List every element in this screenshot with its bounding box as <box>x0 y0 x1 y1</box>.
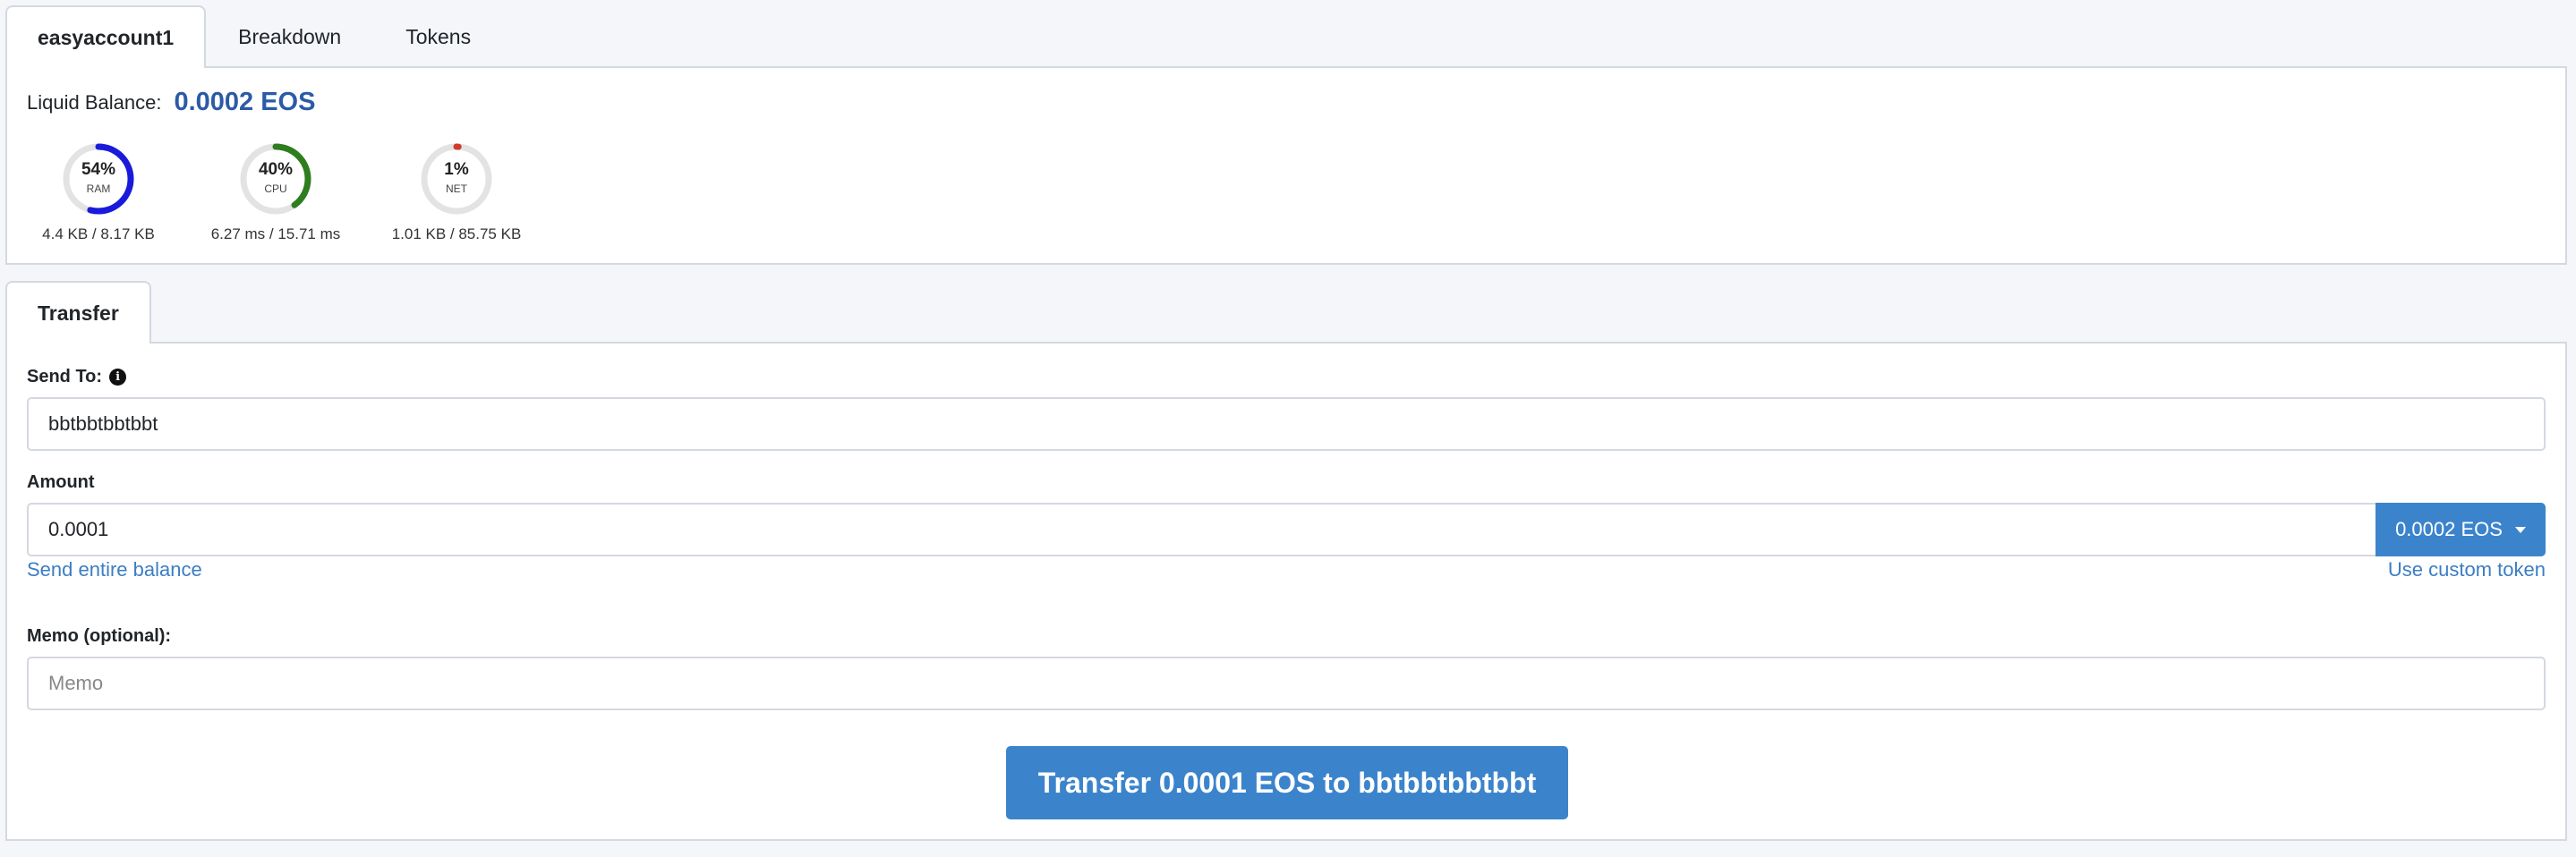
tab-breakdown[interactable]: Breakdown <box>206 5 373 66</box>
cpu-gauge: 40% CPU 6.27 ms / 15.71 ms <box>200 141 351 243</box>
cpu-ring: 40% CPU <box>238 141 313 216</box>
tab-tokens[interactable]: Tokens <box>373 5 503 66</box>
liquid-balance-value: 0.0002 EOS <box>174 88 316 116</box>
net-label: NET <box>446 182 467 195</box>
send-to-input[interactable] <box>27 397 2546 451</box>
cpu-label: CPU <box>264 182 287 195</box>
liquid-balance-label: Liquid Balance: <box>27 90 162 114</box>
transfer-panel: Send To: i Amount 0.0002 EOS Send entire… <box>5 342 2567 841</box>
ram-label: RAM <box>86 182 111 195</box>
ram-gauge: 54% RAM 4.4 KB / 8.17 KB <box>27 141 170 243</box>
token-select-button[interactable]: 0.0002 EOS <box>2376 503 2546 556</box>
account-summary-panel: Liquid Balance: 0.0002 EOS 54% RAM 4.4 K… <box>5 66 2567 265</box>
net-percent: 1% <box>444 160 469 179</box>
cpu-percent: 40% <box>258 160 294 179</box>
ram-ring: 54% RAM <box>61 141 136 216</box>
tab-easyaccount1[interactable]: easyaccount1 <box>5 5 207 68</box>
transfer-tabs: Transfer <box>5 281 151 344</box>
wallet-page: easyaccount1 Breakdown Tokens Liquid Bal… <box>0 0 2576 857</box>
send-entire-balance-link[interactable]: Send entire balance <box>27 558 202 581</box>
use-custom-token-link[interactable]: Use custom token <box>2388 558 2546 581</box>
net-gauge: 1% NET 1.01 KB / 85.75 KB <box>381 141 532 243</box>
amount-input[interactable] <box>27 503 2408 556</box>
ram-percent: 54% <box>81 160 116 179</box>
transfer-submit-button[interactable]: Transfer 0.0001 EOS to bbtbbtbbtbbt <box>1006 746 1568 819</box>
cpu-usage: 6.27 ms / 15.71 ms <box>210 225 341 242</box>
memo-input[interactable] <box>27 657 2546 710</box>
token-select-label: 0.0002 EOS <box>2395 518 2503 540</box>
net-usage: 1.01 KB / 85.75 KB <box>391 225 522 242</box>
liquid-balance: Liquid Balance: 0.0002 EOS <box>27 88 315 117</box>
memo-label: Memo (optional): <box>27 626 172 646</box>
tab-transfer[interactable]: Transfer <box>5 281 151 344</box>
caret-down-icon <box>2514 526 2526 533</box>
net-ring: 1% NET <box>419 141 494 216</box>
send-to-label: Send To: i <box>27 367 127 387</box>
info-icon[interactable]: i <box>109 369 127 386</box>
send-to-label-text: Send To: <box>27 367 103 386</box>
ram-usage: 4.4 KB / 8.17 KB <box>42 225 155 242</box>
account-tabs: easyaccount1 Breakdown Tokens <box>5 5 503 68</box>
amount-label: Amount <box>27 472 95 492</box>
resource-gauges: 54% RAM 4.4 KB / 8.17 KB 40% CPU 6.27 ms… <box>27 141 562 243</box>
